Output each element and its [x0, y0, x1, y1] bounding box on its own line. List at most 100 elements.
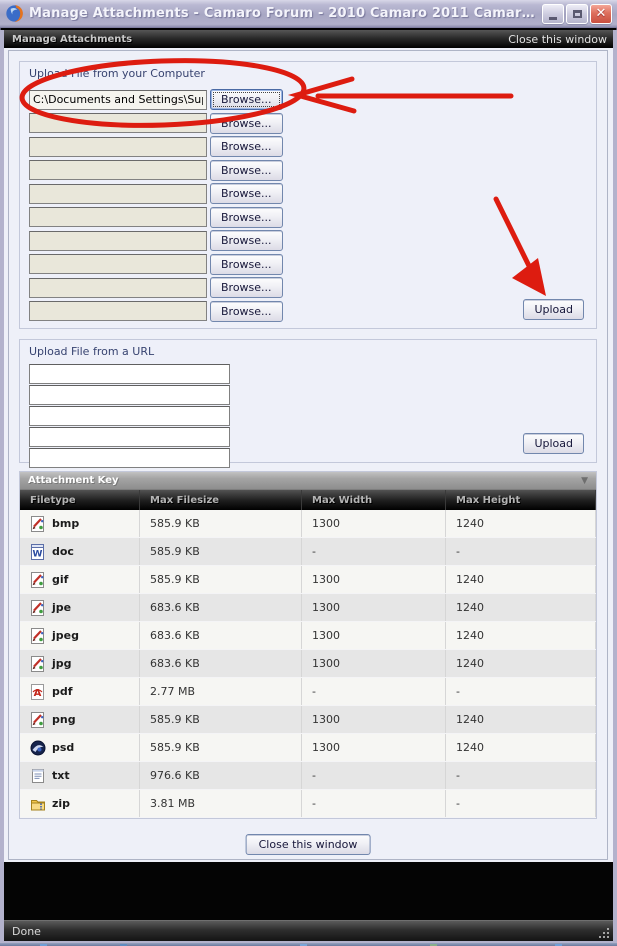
maximize-button[interactable] [566, 4, 588, 24]
max-filesize-value: 585.9 KB [140, 510, 302, 537]
file-input-rows: Browse... Browse... Browse... [29, 89, 283, 322]
file-input-row: Browse... [29, 230, 283, 251]
col-max-height: Max Height [446, 490, 596, 510]
page-header: Manage Attachments Close this window [4, 30, 613, 48]
table-row: jpe 683.6 KB 1300 1240 [20, 594, 596, 622]
max-height-value: - [446, 790, 596, 817]
browse-button-2[interactable]: Browse... [210, 113, 283, 134]
upload-url-button[interactable]: Upload [523, 433, 584, 454]
image-file-icon [30, 516, 46, 532]
browse-button-5[interactable]: Browse... [210, 183, 283, 204]
image-file-icon [30, 712, 46, 728]
file-path-input-3[interactable] [29, 137, 207, 157]
window-title: Manage Attachments - Camaro Forum - 2010… [29, 6, 542, 21]
close-button[interactable]: ✕ [590, 4, 612, 24]
file-path-input-2[interactable] [29, 113, 207, 133]
upload-computer-label: Upload File from your Computer [29, 67, 205, 80]
file-path-input-9[interactable] [29, 278, 207, 298]
collapse-arrow-icon[interactable]: ▼ [581, 476, 588, 486]
max-height-value: - [446, 678, 596, 705]
max-width-value: - [302, 538, 446, 565]
file-input-row: Browse... [29, 254, 283, 275]
page-title: Manage Attachments [12, 34, 132, 45]
filetype-label: txt [52, 769, 70, 782]
max-width-value: - [302, 678, 446, 705]
browse-button-6[interactable]: Browse... [210, 207, 283, 228]
max-width-value: - [302, 790, 446, 817]
file-path-input-8[interactable] [29, 254, 207, 274]
table-row: png 585.9 KB 1300 1240 [20, 706, 596, 734]
file-input-row: Browse... [29, 183, 283, 204]
max-filesize-value: 585.9 KB [140, 538, 302, 565]
image-file-icon [30, 628, 46, 644]
col-filetype: Filetype [20, 490, 140, 510]
file-path-input-10[interactable] [29, 301, 207, 321]
filetype-label: png [52, 713, 76, 726]
browse-button-1[interactable]: Browse... [210, 89, 283, 110]
filetype-label: pdf [52, 685, 73, 698]
url-input-1[interactable] [29, 364, 230, 384]
max-width-value: 1300 [302, 566, 446, 593]
filetype-label: jpe [52, 601, 71, 614]
close-this-window-button[interactable]: Close this window [246, 834, 371, 855]
max-filesize-value: 976.6 KB [140, 762, 302, 789]
col-max-filesize: Max Filesize [140, 490, 302, 510]
url-input-3[interactable] [29, 406, 230, 426]
browse-button-10[interactable]: Browse... [210, 301, 283, 322]
col-max-width: Max Width [302, 490, 446, 510]
file-path-input-4[interactable] [29, 160, 207, 180]
filetype-label: bmp [52, 517, 79, 530]
table-row: jpg 683.6 KB 1300 1240 [20, 650, 596, 678]
filetype-label: gif [52, 573, 68, 586]
attachment-key-table: Attachment Key ▼ Filetype Max Filesize M… [19, 471, 597, 819]
image-file-icon [30, 656, 46, 672]
firefox-icon [5, 4, 24, 23]
file-input-row: Browse... [29, 207, 283, 228]
max-filesize-value: 585.9 KB [140, 566, 302, 593]
titlebar[interactable]: Manage Attachments - Camaro Forum - 2010… [0, 0, 617, 28]
attachment-key-title: Attachment Key [28, 475, 119, 486]
max-width-value: 1300 [302, 734, 446, 761]
file-input-row: Browse... [29, 277, 283, 298]
url-input-4[interactable] [29, 427, 230, 447]
upload-url-label: Upload File from a URL [29, 345, 154, 358]
image-file-icon [30, 600, 46, 616]
file-path-input-7[interactable] [29, 231, 207, 251]
resize-grip[interactable] [597, 926, 610, 939]
max-height-value: - [446, 762, 596, 789]
url-input-rows [29, 364, 230, 469]
attachment-key-header: Attachment Key ▼ [20, 472, 596, 490]
url-input-2[interactable] [29, 385, 230, 405]
status-bar: Done [4, 920, 613, 941]
photoshop-file-icon [30, 740, 46, 756]
browse-button-9[interactable]: Browse... [210, 277, 283, 298]
table-column-headers: Filetype Max Filesize Max Width Max Heig… [20, 490, 596, 510]
max-filesize-value: 683.6 KB [140, 594, 302, 621]
filetype-label: jpg [52, 657, 72, 670]
filetype-label: jpeg [52, 629, 79, 642]
window-body: Manage Attachments Close this window Upl… [0, 30, 617, 943]
upload-computer-button[interactable]: Upload [523, 299, 584, 320]
file-path-input-1[interactable] [29, 90, 207, 110]
file-path-input-6[interactable] [29, 207, 207, 227]
browse-button-8[interactable]: Browse... [210, 254, 283, 275]
minimize-icon [549, 17, 557, 20]
close-window-link[interactable]: Close this window [508, 33, 607, 46]
browse-button-7[interactable]: Browse... [210, 230, 283, 251]
max-filesize-value: 683.6 KB [140, 622, 302, 649]
status-text: Done [4, 925, 41, 938]
table-row: doc 585.9 KB - - [20, 538, 596, 566]
url-input-5[interactable] [29, 448, 230, 468]
max-height-value: 1240 [446, 734, 596, 761]
file-input-row: Browse... [29, 113, 283, 134]
max-filesize-value: 3.81 MB [140, 790, 302, 817]
table-row: jpeg 683.6 KB 1300 1240 [20, 622, 596, 650]
file-path-input-5[interactable] [29, 184, 207, 204]
max-width-value: 1300 [302, 706, 446, 733]
max-width-value: 1300 [302, 594, 446, 621]
max-height-value: 1240 [446, 510, 596, 537]
filetype-label: doc [52, 545, 74, 558]
browse-button-3[interactable]: Browse... [210, 136, 283, 157]
minimize-button[interactable] [542, 4, 564, 24]
browse-button-4[interactable]: Browse... [210, 160, 283, 181]
